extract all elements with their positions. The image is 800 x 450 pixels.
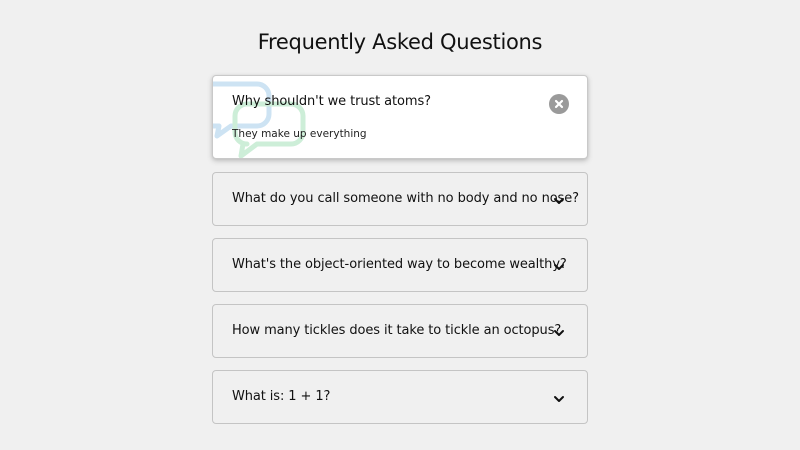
chevron-down-icon	[554, 330, 564, 336]
expand-button[interactable]	[549, 191, 569, 211]
page-title: Frequently Asked Questions	[257, 30, 543, 54]
faq-item-object-oriented[interactable]: What's the object-oriented way to become…	[212, 238, 588, 292]
close-icon	[554, 99, 564, 109]
faq-list: Why shouldn't we trust atoms? They make …	[212, 75, 588, 436]
faq-question: What is: 1 + 1?	[232, 389, 331, 404]
close-button[interactable]	[549, 94, 569, 114]
expand-button[interactable]	[549, 389, 569, 409]
expand-button[interactable]	[549, 323, 569, 343]
chat-bubbles-icon	[213, 81, 306, 158]
chevron-down-icon	[554, 396, 564, 402]
faq-item-no-body[interactable]: What do you call someone with no body an…	[212, 172, 588, 226]
faq-question: Why shouldn't we trust atoms?	[232, 94, 431, 109]
faq-item-one-plus-one[interactable]: What is: 1 + 1?	[212, 370, 588, 424]
faq-answer: They make up everything	[232, 128, 367, 140]
faq-question: What's the object-oriented way to become…	[232, 257, 567, 272]
faq-question: How many tickles does it take to tickle …	[232, 323, 562, 338]
chevron-down-icon	[554, 264, 564, 270]
faq-question: What do you call someone with no body an…	[232, 191, 579, 206]
chevron-down-icon	[554, 198, 564, 204]
faq-item-octopus[interactable]: How many tickles does it take to tickle …	[212, 304, 588, 358]
faq-item-atoms[interactable]: Why shouldn't we trust atoms? They make …	[212, 75, 588, 159]
expand-button[interactable]	[549, 257, 569, 277]
